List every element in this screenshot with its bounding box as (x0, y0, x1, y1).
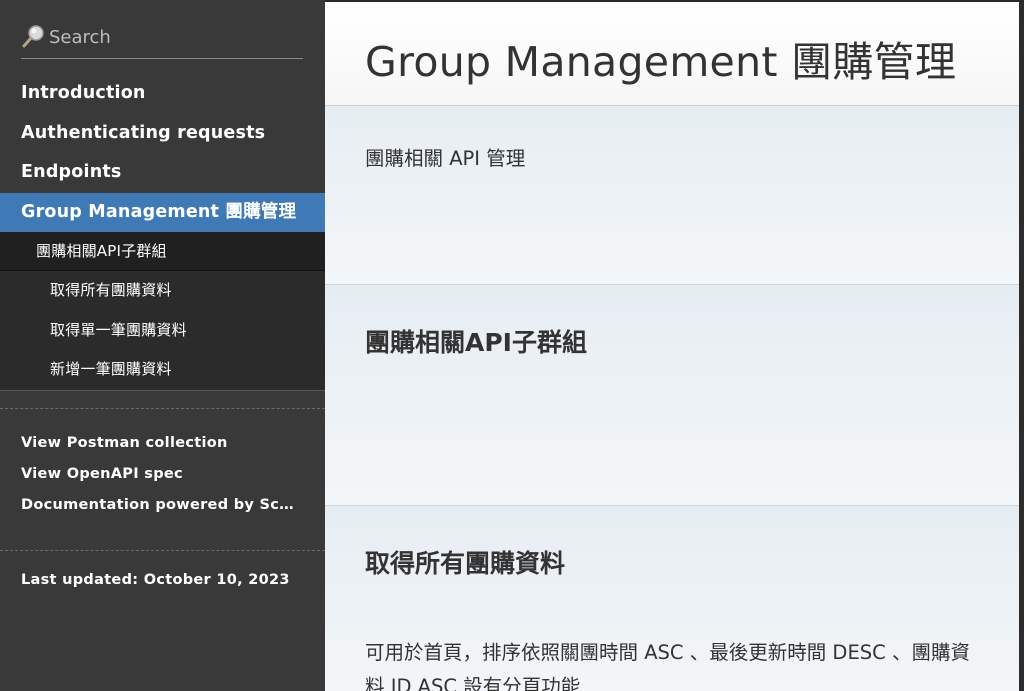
subgroup-section: 團購相關API子群組 (325, 285, 1019, 505)
openapi-spec-link[interactable]: View OpenAPI spec (21, 459, 301, 490)
intro-section: 團購相關 API 管理 (325, 106, 1019, 284)
postman-collection-link[interactable]: View Postman collection (21, 428, 301, 459)
toc-subgroup[interactable]: 團購相關API子群組 (0, 232, 325, 271)
toc-group-management[interactable]: Group Management 團購管理 (0, 192, 325, 232)
toc-endpoint-list: 取得所有團購資料 取得單一筆團購資料 新增一筆團購資料 (0, 271, 325, 391)
search-box[interactable] (21, 20, 303, 59)
endpoint-heading: 取得所有團購資料 (365, 549, 566, 578)
right-scroll-edge (1019, 0, 1024, 691)
toc-endpoint-get-one[interactable]: 取得單一筆團購資料 (0, 311, 325, 351)
section-description: 團購相關 API 管理 (365, 147, 526, 170)
search-icon (22, 25, 44, 48)
toc-endpoint-get-all[interactable]: 取得所有團購資料 (0, 271, 325, 311)
divider (0, 408, 325, 409)
page-title: Group Management 團購管理 (365, 38, 957, 86)
table-of-contents: Introduction Authenticating requests End… (0, 74, 325, 391)
page-header: Group Management 團購管理 (325, 2, 1019, 106)
sidebar: Introduction Authenticating requests End… (0, 0, 325, 691)
toc-endpoints[interactable]: Endpoints (0, 153, 325, 193)
divider (0, 550, 325, 551)
sidebar-links: View Postman collection View OpenAPI spe… (21, 428, 301, 521)
subgroup-heading: 團購相關API子群組 (365, 328, 587, 357)
last-updated: Last updated: October 10, 2023 (21, 572, 290, 588)
toc-introduction[interactable]: Introduction (0, 74, 325, 114)
toc-authenticating-requests[interactable]: Authenticating requests (0, 114, 325, 154)
main-content: Group Management 團購管理 團購相關 API 管理 團購相關AP… (325, 2, 1019, 691)
endpoint-section: 取得所有團購資料 可用於首頁，排序依照關團時間 ASC 、最後更新時間 DESC… (325, 506, 1019, 691)
search-input[interactable] (49, 20, 299, 54)
powered-by-link[interactable]: Documentation powered by Scribe ✍ (21, 490, 301, 521)
toc-endpoint-create[interactable]: 新增一筆團購資料 (0, 350, 325, 390)
endpoint-description: 可用於首頁，排序依照關團時間 ASC 、最後更新時間 DESC 、團購資料 ID… (365, 641, 970, 691)
